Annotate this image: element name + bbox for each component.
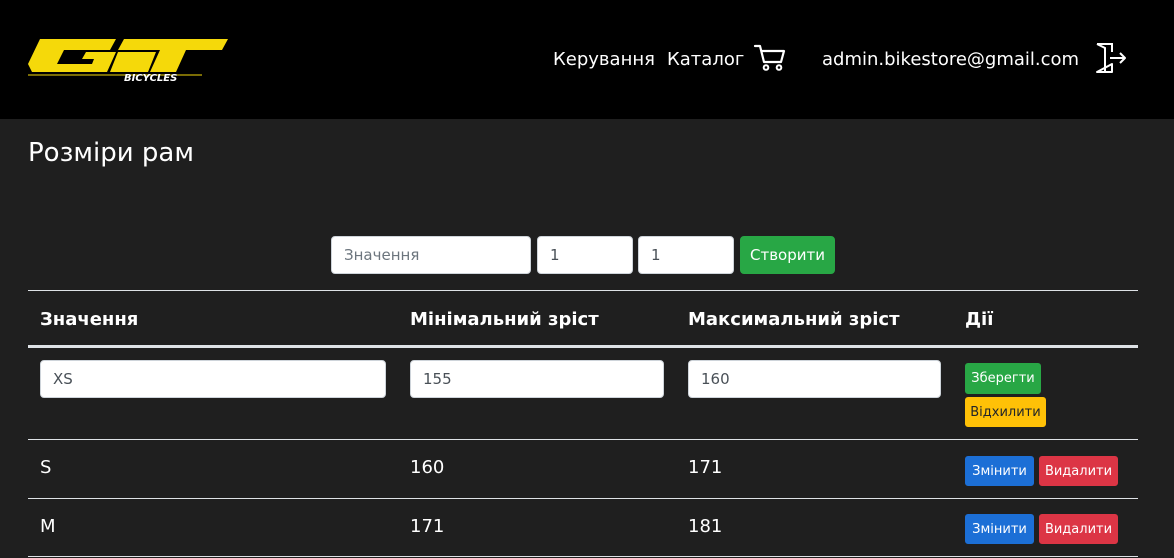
delete-button[interactable]: Видалити bbox=[1039, 456, 1118, 486]
user-email[interactable]: admin.bikestore@gmail.com bbox=[822, 49, 1079, 70]
nav-link-management[interactable]: Керування bbox=[553, 49, 655, 70]
row-divider bbox=[28, 498, 1138, 499]
row-divider bbox=[28, 439, 1138, 440]
header-value: Значення bbox=[40, 309, 139, 330]
row-divider bbox=[28, 556, 1138, 557]
new-max-height-input[interactable] bbox=[638, 236, 734, 274]
table-header-border bbox=[28, 345, 1138, 348]
edit-button[interactable]: Змінити bbox=[965, 514, 1034, 544]
nav-link-catalog[interactable]: Каталог bbox=[667, 49, 744, 70]
edit-value-input[interactable] bbox=[40, 360, 386, 398]
header-actions: Дії bbox=[965, 309, 994, 330]
page-title: Розміри рам bbox=[28, 138, 194, 168]
row-value: S bbox=[40, 457, 52, 478]
table-top-border bbox=[28, 290, 1138, 291]
edit-min-height-input[interactable] bbox=[410, 360, 664, 398]
cart-icon[interactable] bbox=[753, 42, 787, 72]
row-max-height: 181 bbox=[688, 516, 723, 537]
delete-button[interactable]: Видалити bbox=[1039, 514, 1118, 544]
row-min-height: 160 bbox=[410, 457, 445, 478]
logout-icon[interactable] bbox=[1094, 42, 1128, 74]
svg-text:BICYCLES: BICYCLES bbox=[124, 73, 177, 82]
gt-bicycles-logo[interactable]: BICYCLES bbox=[26, 36, 230, 82]
cancel-button[interactable]: Відхилити bbox=[965, 397, 1046, 427]
row-max-height: 171 bbox=[688, 457, 723, 478]
new-min-height-input[interactable] bbox=[537, 236, 633, 274]
edit-button[interactable]: Змінити bbox=[965, 456, 1034, 486]
edit-max-height-input[interactable] bbox=[688, 360, 941, 398]
header-max-height: Максимальний зріст bbox=[688, 309, 900, 330]
new-value-input[interactable] bbox=[331, 236, 531, 274]
top-navbar: BICYCLES Керування Каталог admin.bikesto… bbox=[0, 0, 1174, 119]
row-min-height: 171 bbox=[410, 516, 445, 537]
row-value: M bbox=[40, 516, 56, 537]
save-button[interactable]: Зберегти bbox=[965, 363, 1041, 394]
create-button[interactable]: Створити bbox=[740, 236, 835, 274]
header-min-height: Мінімальний зріст bbox=[410, 309, 599, 330]
